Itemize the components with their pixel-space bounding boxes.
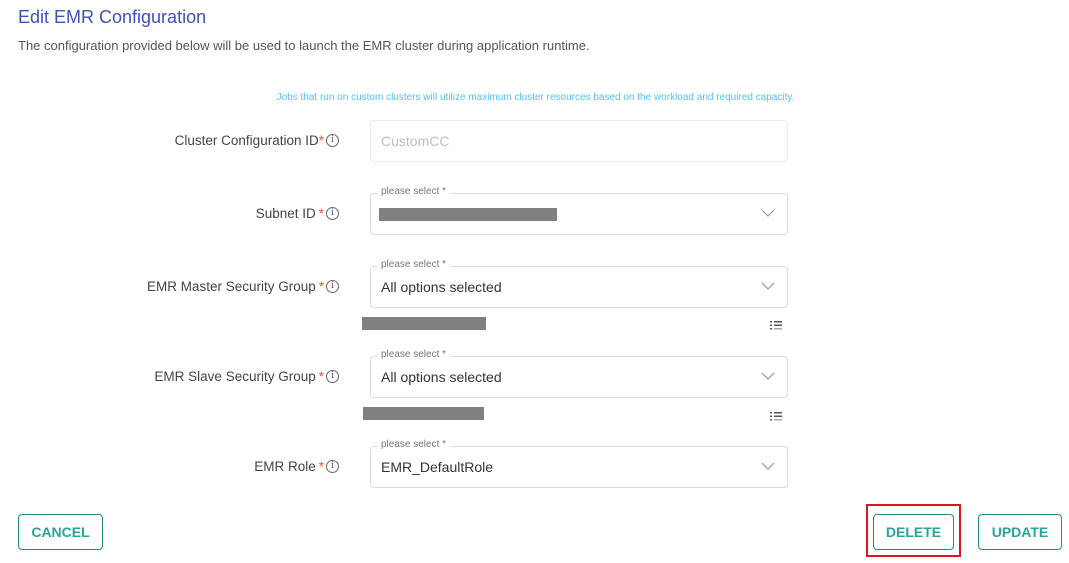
master-sg-legend: please select * [377, 259, 451, 270]
subnet-id-label: Subnet ID * i [256, 206, 339, 221]
master-sg-label: EMR Master Security Group * i [147, 279, 339, 294]
info-icon[interactable]: i [326, 134, 339, 147]
required-marker: * [318, 206, 324, 221]
info-icon[interactable]: i [326, 370, 339, 383]
subnet-id-legend: please select * [377, 186, 451, 197]
master-sg-selected-redacted [362, 317, 486, 330]
cluster-config-id-value: CustomCC [381, 133, 450, 149]
slave-sg-selected-redacted [363, 407, 484, 420]
chevron-down-icon[interactable] [761, 371, 775, 381]
label-text: EMR Master Security Group [146, 279, 316, 294]
required-marker: * [318, 459, 324, 474]
page-subtitle: The configuration provided below will be… [18, 38, 590, 53]
slave-sg-label: EMR Slave Security Group * i [154, 369, 339, 384]
slave-sg-value: All options selected [381, 369, 502, 385]
delete-button[interactable]: DELETE [873, 514, 954, 550]
info-icon[interactable]: i [326, 280, 339, 293]
update-button[interactable]: UPDATE [978, 514, 1062, 550]
cluster-config-id-input[interactable]: CustomCC [370, 120, 788, 162]
checklist-icon[interactable] [770, 320, 782, 330]
label-text: EMR Slave Security Group [154, 369, 316, 384]
slave-sg-select[interactable]: please select * All options selected [370, 349, 788, 398]
emr-role-value: EMR_DefaultRole [381, 459, 494, 475]
chevron-down-icon[interactable] [761, 208, 775, 218]
slave-sg-legend: please select * [377, 349, 451, 360]
emr-role-legend: please select * [377, 439, 451, 450]
custom-cluster-notice: Jobs that run on custom clusters will ut… [276, 92, 795, 103]
required-marker: * [318, 369, 324, 384]
subnet-id-value-redacted [379, 208, 557, 221]
checklist-icon[interactable] [770, 411, 782, 421]
cancel-button[interactable]: CANCEL [18, 514, 103, 550]
required-marker: * [318, 279, 324, 294]
subnet-id-select[interactable]: please select * [370, 186, 788, 235]
chevron-down-icon[interactable] [761, 281, 775, 291]
label-text: EMR Role [254, 459, 316, 474]
emr-role-label: EMR Role * i [254, 459, 339, 474]
label-text: Subnet ID [255, 206, 316, 221]
page-title: Edit EMR Configuration [18, 7, 207, 27]
required-marker: * [318, 133, 324, 148]
label-text: Cluster Configuration ID [174, 133, 319, 148]
info-icon[interactable]: i [326, 460, 339, 473]
chevron-down-icon[interactable] [761, 461, 775, 471]
emr-role-select[interactable]: please select * EMR_DefaultRole [370, 439, 788, 488]
master-sg-value: All options selected [381, 279, 502, 295]
cluster-config-id-label: Cluster Configuration ID * i [175, 133, 339, 148]
info-icon[interactable]: i [326, 207, 339, 220]
master-sg-select[interactable]: please select * All options selected [370, 259, 788, 308]
